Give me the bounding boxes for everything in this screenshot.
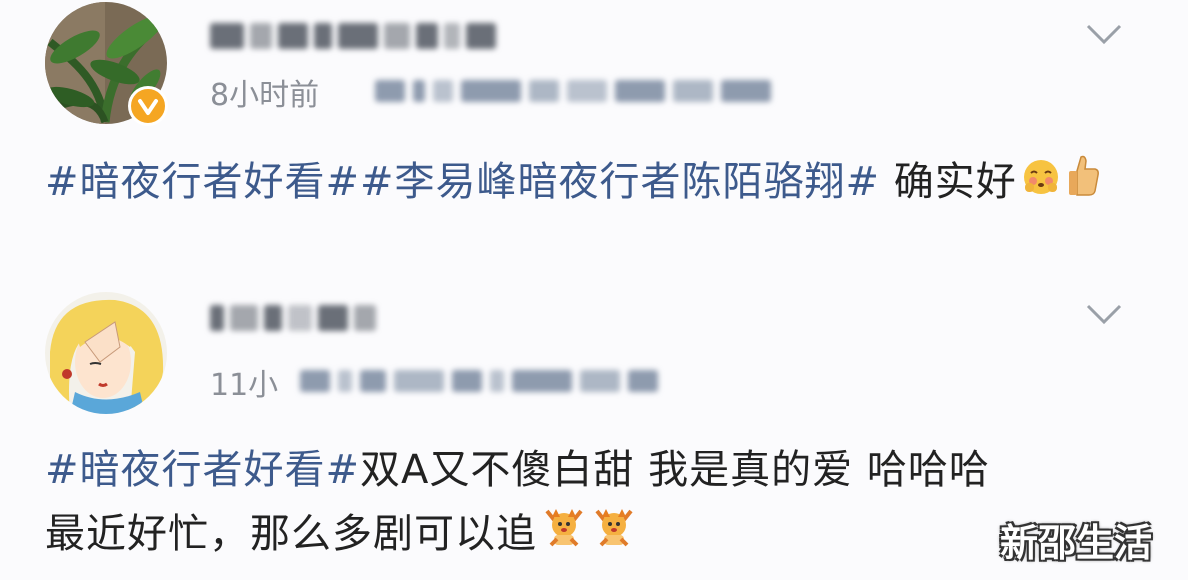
user-avatar[interactable] — [45, 292, 167, 414]
hashtag-link[interactable]: #李易峰暗夜行者陈陌骆翔# — [360, 159, 880, 205]
dancing-fox-emoji-icon — [541, 504, 587, 568]
comment-post: 8小时前 #暗夜行者好看##李易峰暗夜行者陈陌骆翔# 确实好 — [0, 0, 1188, 290]
post-time: 8小时前 — [210, 78, 320, 113]
username-blurred[interactable] — [210, 296, 376, 340]
shy-face-emoji-icon — [1021, 152, 1061, 216]
hashtag-link[interactable]: #暗夜行者好看# — [45, 159, 360, 205]
post-source-blurred — [375, 76, 771, 106]
post-time: 11小 — [210, 368, 279, 403]
watermark: 新邵生活 — [1000, 521, 1153, 565]
thumbs-up-emoji-icon — [1065, 152, 1101, 216]
comment-body: 双A又不傻白甜 我是真的爱 哈哈哈 — [360, 447, 990, 493]
comment-body: 确实好 — [880, 159, 1017, 205]
chevron-down-icon[interactable] — [1084, 294, 1124, 334]
comment-text: #暗夜行者好看#双A又不傻白甜 我是真的爱 哈哈哈最近好忙，那么多剧可以追 — [45, 438, 1155, 568]
username-blurred[interactable] — [210, 14, 496, 58]
cartoon-girl-avatar-icon — [45, 292, 167, 414]
hashtag-link[interactable]: #暗夜行者好看# — [45, 447, 360, 493]
comment-body: 最近好忙，那么多剧可以追 — [45, 511, 537, 557]
comment-text: #暗夜行者好看##李易峰暗夜行者陈陌骆翔# 确实好 — [45, 150, 1155, 216]
chevron-down-icon[interactable] — [1084, 14, 1124, 54]
verified-badge-icon — [128, 86, 168, 126]
dancing-fox-emoji-icon — [591, 504, 637, 568]
post-source-blurred — [300, 366, 658, 396]
